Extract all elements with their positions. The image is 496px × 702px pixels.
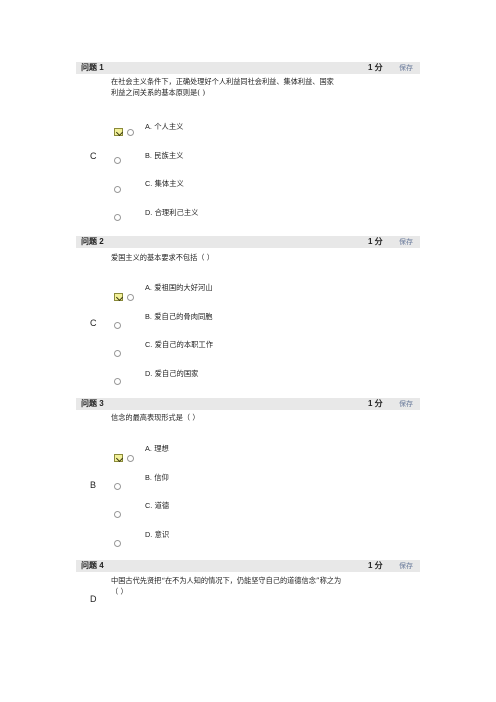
option-radio[interactable] bbox=[114, 157, 121, 164]
option-b: B. 信仰 bbox=[145, 473, 169, 482]
save-link[interactable]: 保存 bbox=[399, 236, 413, 248]
option-radio[interactable] bbox=[114, 540, 121, 547]
correct-marker-icon bbox=[114, 454, 123, 462]
question-text: 中国古代先贤把“在不为人知的情况下，仍能坚守自己的道德信念”称之为 （ ） bbox=[111, 576, 342, 596]
correct-marker-icon bbox=[114, 293, 123, 301]
question-points: 1 分 bbox=[368, 561, 383, 570]
question-header: 问题 3 1 分 保存 bbox=[76, 398, 420, 410]
option-c: C. 道德 bbox=[145, 501, 170, 510]
option-radio[interactable] bbox=[114, 378, 121, 385]
question-title: 问题 4 bbox=[81, 561, 104, 570]
question-header: 问题 4 1 分 保存 bbox=[76, 560, 420, 572]
option-b: B. 民族主义 bbox=[145, 151, 184, 160]
option-radio[interactable] bbox=[114, 186, 121, 193]
question-title: 问题 1 bbox=[81, 63, 104, 72]
question-text: 信念的最高表现形式是（ ） bbox=[111, 413, 200, 422]
option-radio[interactable] bbox=[127, 294, 134, 301]
option-radio[interactable] bbox=[114, 483, 121, 490]
answer-letter: C bbox=[90, 151, 97, 161]
question-points: 1 分 bbox=[368, 63, 383, 72]
option-d: D. 合理利己主义 bbox=[145, 208, 199, 217]
question-header: 问题 1 1 分 保存 bbox=[76, 62, 420, 74]
question-title: 问题 3 bbox=[81, 399, 104, 408]
answer-letter: D bbox=[90, 594, 97, 604]
question-points: 1 分 bbox=[368, 399, 383, 408]
option-a: A. 理想 bbox=[145, 444, 169, 453]
option-d: D. 爱自己的国家 bbox=[145, 369, 199, 378]
question-text: 在社会主义条件下，正确处理好个人利益同社会利益、集体利益、国家 利益之间关系的基… bbox=[111, 77, 334, 97]
save-link[interactable]: 保存 bbox=[399, 62, 413, 74]
option-a: A. 爱祖国的大好河山 bbox=[145, 283, 213, 292]
answer-letter: B bbox=[90, 480, 97, 490]
option-a: A. 个人主义 bbox=[145, 122, 184, 131]
question-text: 爱国主义的基本要求不包括（ ） bbox=[111, 253, 214, 262]
save-link[interactable]: 保存 bbox=[399, 560, 413, 572]
option-radio[interactable] bbox=[127, 455, 134, 462]
option-radio[interactable] bbox=[114, 511, 121, 518]
option-radio[interactable] bbox=[114, 350, 121, 357]
option-c: C. 集体主义 bbox=[145, 179, 184, 188]
option-radio[interactable] bbox=[114, 214, 121, 221]
option-radio[interactable] bbox=[114, 322, 121, 329]
save-link[interactable]: 保存 bbox=[399, 398, 413, 410]
question-points: 1 分 bbox=[368, 237, 383, 246]
option-c: C. 爱自己的本职工作 bbox=[145, 340, 214, 349]
question-title: 问题 2 bbox=[81, 237, 104, 246]
answer-letter: C bbox=[90, 318, 97, 328]
option-b: B. 爱自己的骨肉同胞 bbox=[145, 312, 213, 321]
option-radio[interactable] bbox=[127, 129, 134, 136]
option-d: D. 意识 bbox=[145, 530, 170, 539]
correct-marker-icon bbox=[114, 128, 123, 136]
question-header: 问题 2 1 分 保存 bbox=[76, 236, 420, 248]
